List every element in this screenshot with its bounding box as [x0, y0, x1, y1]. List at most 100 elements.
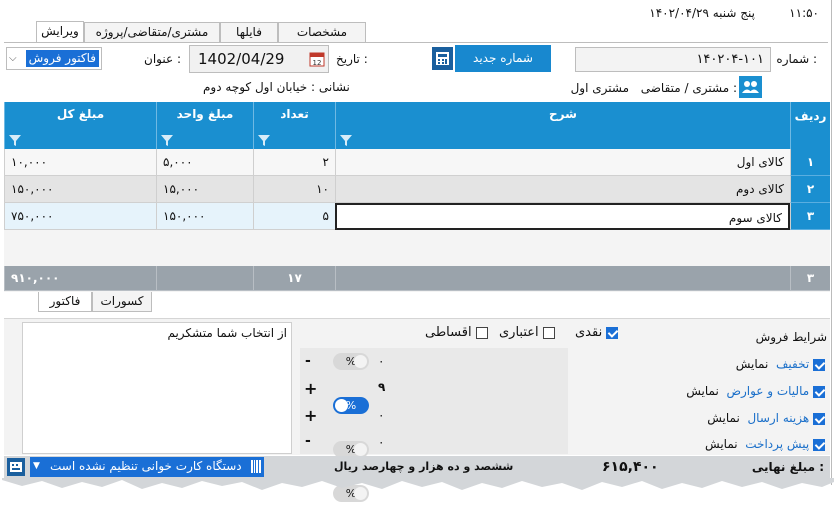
final-amount-value: ۶۱۵,۴۰۰ [602, 459, 659, 475]
condition-prepayment-checkbox[interactable] [813, 438, 825, 451]
title-select[interactable]: ⌵ فاکتور فروش [6, 47, 102, 70]
condition-shipping-checkbox[interactable] [813, 412, 825, 425]
number-field[interactable]: ۱۴۰۲۰۴-۱۰۱ [575, 47, 771, 72]
tab-invoice[interactable]: فاکتور [38, 292, 92, 312]
condition-tax-label[interactable]: مالیات و عوارض [726, 384, 809, 398]
card-reader-select[interactable]: ▼ دستگاه کارت خوانی تنظیم نشده است [30, 457, 264, 477]
cell-rownum: ۳ [790, 203, 830, 230]
address-label: نشانی : [310, 80, 350, 94]
cell-rownum: ۱ [790, 149, 830, 176]
cell-unit-price[interactable]: ۵,۰۰۰ [156, 149, 253, 176]
date-display: پنج شنبه ۱۴۰۲/۰۴/۲۹ [649, 6, 755, 20]
col-desc-label: شرح [549, 107, 577, 121]
col-total[interactable]: مبلغ کل [4, 102, 156, 149]
card-reader-status: دستگاه کارت خوانی تنظیم نشده است [50, 459, 242, 473]
cell-rownum: ۲ [790, 176, 830, 203]
minus-sign[interactable]: - [305, 353, 311, 369]
calendar-icon[interactable]: 12 [309, 51, 325, 67]
filter-icon[interactable] [340, 135, 352, 146]
minus-sign[interactable]: - [305, 433, 311, 449]
col-qty[interactable]: تعداد [253, 102, 335, 149]
filter-icon[interactable] [161, 135, 173, 146]
col-rownum-label: ردیف [794, 109, 827, 123]
keyboard-icon[interactable] [7, 458, 25, 476]
payment-installment[interactable]: اقساطی [425, 325, 488, 340]
cell-qty[interactable]: ۱۰ [253, 176, 335, 203]
cell-total[interactable]: ۷۵۰,۰۰۰ [4, 203, 156, 230]
show-label: نمایش [686, 384, 719, 398]
new-number-button[interactable]: شماره جدید [455, 45, 551, 72]
payment-credit-label: اعتباری [499, 325, 539, 340]
table-row[interactable]: ۷۵۰,۰۰۰ ۱۵۰,۰۰۰ ۵ کالای سوم ۳ [4, 203, 830, 230]
discount-value[interactable]: ۰ [378, 354, 384, 368]
cell-desc[interactable]: کالای دوم [335, 176, 790, 203]
shipping-value[interactable]: ۰ [378, 408, 384, 422]
cell-desc-editing[interactable]: کالای سوم [335, 203, 790, 230]
col-desc[interactable]: شرح [335, 102, 790, 149]
plus-sign[interactable]: + [304, 406, 317, 425]
filter-icon[interactable] [258, 135, 270, 146]
sum-qty: ۱۷ [253, 266, 335, 291]
summary-row: ۹۱۰,۰۰۰ ۱۷ ۳ [4, 266, 830, 291]
final-amount-label: مبلغ نهایی : [751, 460, 824, 474]
cell-qty[interactable]: ۵ [253, 203, 335, 230]
note-text: از انتخاب شما متشکریم [167, 326, 287, 340]
table-row[interactable]: ۱۵۰,۰۰۰ ۱۵,۰۰۰ ۱۰ کالای دوم ۲ [4, 176, 830, 203]
payment-credit-checkbox[interactable] [542, 326, 555, 339]
show-label: نمایش [735, 357, 769, 371]
tab-specs[interactable]: مشخصات [278, 22, 366, 42]
condition-shipping[interactable]: هزینه ارسال نمایش [707, 411, 825, 425]
payment-cash[interactable]: نقدی [575, 325, 619, 340]
cell-unit-price[interactable]: ۱۵,۰۰۰ [156, 176, 253, 203]
tab-customer-project[interactable]: مشتری/متقاضی/پروژه [84, 22, 220, 42]
cell-qty[interactable]: ۲ [253, 149, 335, 176]
condition-tax-checkbox[interactable] [813, 385, 825, 398]
condition-prepayment-label[interactable]: پیش پرداخت [745, 437, 809, 451]
date-value: 1402/04/29 [198, 50, 285, 68]
show-label: نمایش [707, 411, 740, 425]
tab-divider [4, 42, 828, 43]
date-field[interactable]: 1402/04/29 [189, 45, 329, 73]
plus-sign[interactable]: + [304, 379, 317, 398]
items-grid: مبلغ کل مبلغ واحد تعداد شرح ردیف ۱۰,۰۰۰ … [4, 102, 830, 292]
percent-toggle[interactable]: % [333, 397, 369, 414]
col-total-label: مبلغ کل [56, 107, 105, 121]
clock: ۱۱:۵۰ [789, 6, 819, 20]
col-unit-price[interactable]: مبلغ واحد [156, 102, 253, 149]
tab-files[interactable]: فایلها [220, 22, 278, 42]
invoice-window: ۱۱:۵۰ پنج شنبه ۱۴۰۲/۰۴/۲۹ ویرایش مشتری/م… [2, 0, 834, 502]
conditions-title: شرایط فروش [755, 330, 827, 344]
show-label: نمایش [705, 437, 738, 451]
table-row[interactable]: ۱۰,۰۰۰ ۵,۰۰۰ ۲ کالای اول ۱ [4, 149, 830, 176]
condition-tax[interactable]: مالیات و عوارض نمایش [686, 384, 825, 398]
condition-prepayment[interactable]: پیش پرداخت نمایش [705, 437, 825, 451]
condition-discount-checkbox[interactable] [813, 358, 825, 371]
payment-cash-checkbox[interactable] [606, 326, 619, 339]
col-rownum[interactable]: ردیف [790, 102, 830, 149]
customer-label: مشتری / متقاضی : [640, 81, 737, 95]
title-label: عنوان : [144, 52, 181, 66]
cell-total[interactable]: ۱۵۰,۰۰۰ [4, 176, 156, 203]
payment-installment-label: اقساطی [425, 325, 472, 340]
cell-desc[interactable]: کالای اول [335, 149, 790, 176]
tax-value[interactable]: ۹ [378, 380, 385, 394]
calculator-icon[interactable] [432, 47, 453, 70]
condition-discount[interactable]: تخفیف نمایش [736, 357, 825, 371]
condition-shipping-label[interactable]: هزینه ارسال [747, 411, 809, 425]
payment-installment-checkbox[interactable] [475, 326, 488, 339]
tab-edit[interactable]: ویرایش [36, 21, 84, 43]
cell-unit-price[interactable]: ۱۵۰,۰۰۰ [156, 203, 253, 230]
filter-icon[interactable] [9, 135, 21, 146]
condition-discount-label[interactable]: تخفیف [776, 357, 809, 371]
sum-count: ۳ [790, 266, 830, 291]
percent-toggle[interactable]: % [333, 353, 369, 370]
tab-deductions[interactable]: کسورات [92, 292, 152, 312]
note-box[interactable]: از انتخاب شما متشکریم [22, 322, 292, 454]
payment-credit[interactable]: اعتباری [499, 325, 555, 340]
torn-edge [2, 478, 834, 490]
customers-icon[interactable] [739, 76, 762, 98]
prepayment-value[interactable]: ۰ [378, 435, 384, 449]
address-line: نشانی : خیابان اول کوچه دوم [203, 80, 350, 94]
address-value: خیابان اول کوچه دوم [203, 80, 308, 94]
cell-total[interactable]: ۱۰,۰۰۰ [4, 149, 156, 176]
